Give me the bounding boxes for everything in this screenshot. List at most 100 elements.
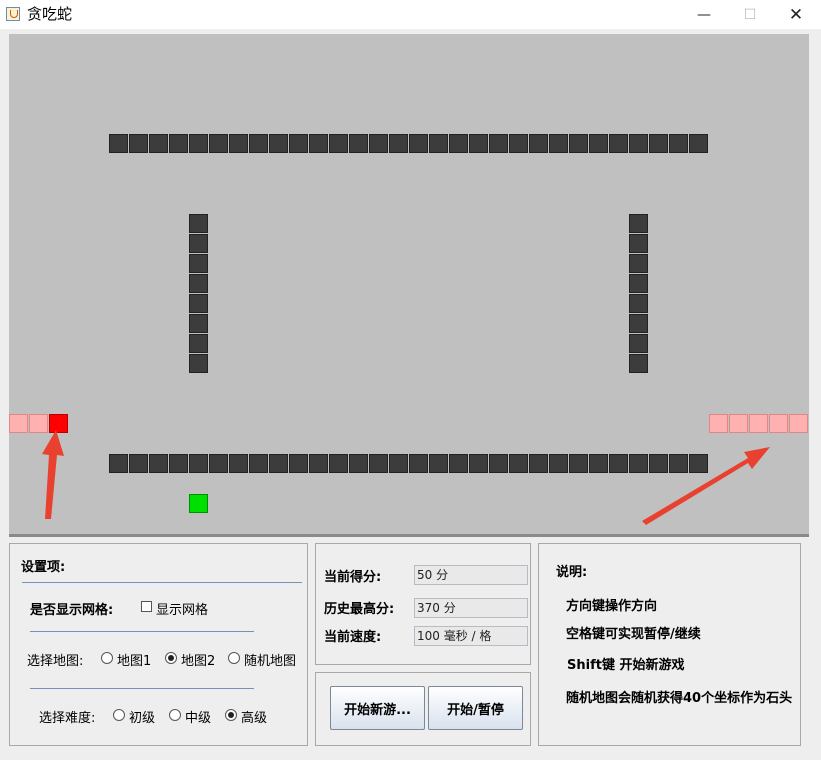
best-score-field: 370 分 xyxy=(414,598,528,618)
game-board[interactable] xyxy=(9,34,809,537)
map-radio-2[interactable] xyxy=(165,652,177,664)
buttons-panel: 开始新游... 开始/暂停 xyxy=(315,672,531,746)
wall-block xyxy=(449,454,468,473)
wall-block xyxy=(649,134,668,153)
wall-block xyxy=(289,454,308,473)
wall-block xyxy=(629,234,648,253)
wall-block xyxy=(269,454,288,473)
wall-block xyxy=(629,334,648,353)
map-option-2[interactable]: 地图2 xyxy=(181,650,215,669)
wall-block xyxy=(669,454,688,473)
minimize-button[interactable]: — xyxy=(681,0,727,29)
wall-block xyxy=(129,134,148,153)
difficulty-option-hard[interactable]: 高级 xyxy=(241,707,267,726)
maximize-button[interactable]: ☐ xyxy=(727,0,773,29)
wall-block xyxy=(629,294,648,313)
wall-block xyxy=(509,454,528,473)
score-panel: 当前得分: 50 分 历史最高分: 370 分 当前速度: 100 毫秒 / 格 xyxy=(315,543,531,665)
wall-block xyxy=(229,134,248,153)
wall-block xyxy=(189,354,208,373)
wall-block xyxy=(149,134,168,153)
wall-block xyxy=(649,454,668,473)
best-score-label: 历史最高分: xyxy=(324,602,395,617)
wall-block xyxy=(429,454,448,473)
difficulty-radio-medium[interactable] xyxy=(169,709,181,721)
snake-body-segment xyxy=(9,414,28,433)
wall-block xyxy=(369,454,388,473)
wall-block xyxy=(589,134,608,153)
wall-block xyxy=(309,134,328,153)
wall-block xyxy=(429,134,448,153)
difficulty-radio-hard[interactable] xyxy=(225,709,237,721)
speed-field: 100 毫秒 / 格 xyxy=(414,626,528,646)
wall-block xyxy=(689,454,708,473)
settings-panel: 设置项: 是否显示网格: 显示网格 选择地图: 地图1 地图2 随机地图 选择难… xyxy=(9,543,308,746)
help-line: 方向键操作方向 xyxy=(566,599,658,614)
snake-body-segment xyxy=(29,414,48,433)
map-radio-random[interactable] xyxy=(228,652,240,664)
wall-block xyxy=(109,454,128,473)
difficulty-option-medium[interactable]: 中级 xyxy=(185,707,211,726)
wall-block xyxy=(129,454,148,473)
java-app-icon xyxy=(6,7,20,21)
wall-block xyxy=(189,334,208,353)
wall-block xyxy=(189,214,208,233)
wall-block xyxy=(629,254,648,273)
wall-block xyxy=(549,134,568,153)
wall-block xyxy=(629,214,648,233)
wall-block xyxy=(629,134,648,153)
wall-block xyxy=(489,454,508,473)
speed-label: 当前速度: xyxy=(324,630,382,645)
pause-button[interactable]: 开始/暂停 xyxy=(428,686,523,730)
grid-label: 是否显示网格: xyxy=(30,603,114,618)
wall-block xyxy=(289,134,308,153)
map-option-1[interactable]: 地图1 xyxy=(117,650,151,669)
settings-heading: 设置项: xyxy=(21,560,66,575)
wall-block xyxy=(529,134,548,153)
wall-block xyxy=(329,454,348,473)
wall-block xyxy=(369,134,388,153)
wall-block xyxy=(489,134,508,153)
wall-block xyxy=(549,454,568,473)
wall-block xyxy=(469,454,488,473)
difficulty-label: 选择难度: xyxy=(39,711,96,726)
settings-divider xyxy=(22,582,302,583)
wall-block xyxy=(189,314,208,333)
current-score-field: 50 分 xyxy=(414,565,528,585)
wall-block xyxy=(629,314,648,333)
title-bar: 贪吃蛇 — ☐ ✕ xyxy=(0,0,821,29)
settings-divider xyxy=(30,688,254,689)
wall-block xyxy=(349,134,368,153)
new-game-button[interactable]: 开始新游... xyxy=(330,686,425,730)
wall-block xyxy=(469,134,488,153)
wall-block xyxy=(329,134,348,153)
wall-block xyxy=(609,454,628,473)
difficulty-option-easy[interactable]: 初级 xyxy=(129,707,155,726)
wall-block xyxy=(189,234,208,253)
difficulty-radio-easy[interactable] xyxy=(113,709,125,721)
snake-body-segment xyxy=(789,414,808,433)
wall-block xyxy=(669,134,688,153)
wall-block xyxy=(629,354,648,373)
wall-block xyxy=(209,454,228,473)
window-title: 贪吃蛇 xyxy=(27,5,73,23)
wall-block xyxy=(629,274,648,293)
wall-block xyxy=(189,454,208,473)
close-button[interactable]: ✕ xyxy=(773,0,819,29)
wall-block xyxy=(189,134,208,153)
snake-body-segment xyxy=(709,414,728,433)
wall-block xyxy=(189,294,208,313)
show-grid-checkbox-label[interactable]: 显示网格 xyxy=(156,599,208,618)
wall-block xyxy=(509,134,528,153)
wall-block xyxy=(269,134,288,153)
wall-block xyxy=(229,454,248,473)
show-grid-checkbox[interactable] xyxy=(141,601,152,612)
wall-block xyxy=(569,454,588,473)
current-score-label: 当前得分: xyxy=(324,570,382,585)
wall-block xyxy=(529,454,548,473)
map-option-random[interactable]: 随机地图 xyxy=(244,650,296,669)
map-radio-1[interactable] xyxy=(101,652,113,664)
wall-block xyxy=(689,134,708,153)
wall-block xyxy=(209,134,228,153)
wall-block xyxy=(389,454,408,473)
